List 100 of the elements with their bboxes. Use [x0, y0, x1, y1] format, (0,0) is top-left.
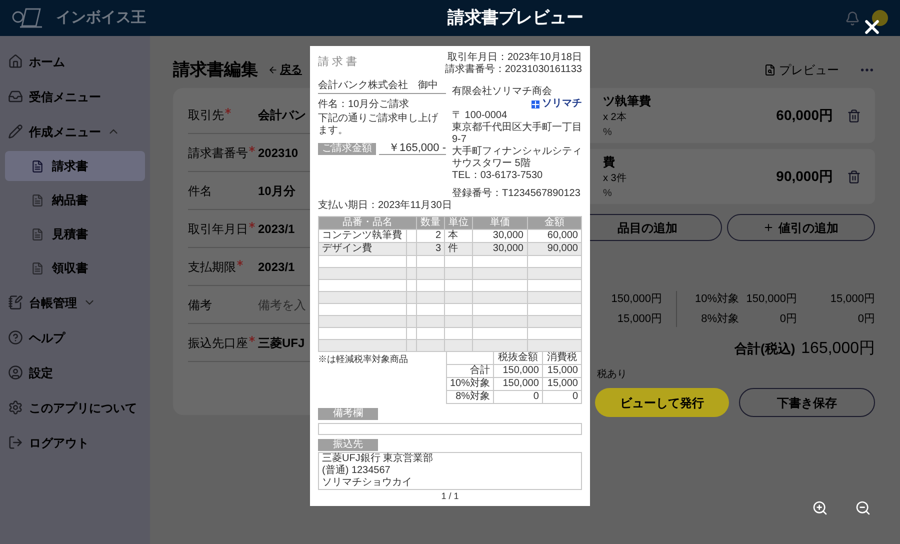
document-icon: [31, 262, 44, 274]
bank-line: (普通) 1234567: [322, 465, 392, 477]
logo-icon: [531, 100, 540, 108]
sidebar-item[interactable]: 設定: [0, 355, 150, 390]
back-link[interactable]: 戻る: [268, 62, 302, 78]
item-tax: %: [603, 186, 613, 200]
address-text: 東京都千代田区大手町一丁目9-7: [452, 122, 582, 146]
sidebar-item[interactable]: ログアウト: [0, 425, 150, 460]
modal-title: 請求書プレビュー: [446, 7, 584, 30]
arrow-left-icon: [268, 65, 278, 75]
document-icon: [31, 228, 44, 240]
table-cell: 10%対象: [446, 378, 494, 390]
bank-label: 振込先: [318, 439, 378, 451]
zoom-out-icon[interactable]: [855, 500, 871, 516]
sidebar-subitem[interactable]: 請求書: [5, 151, 145, 181]
preview-button[interactable]: プレビュー: [764, 61, 839, 79]
reduced-tax-note: ※は軽減税率対象商品: [318, 353, 408, 366]
table-cell: 150,000: [494, 378, 542, 390]
home-icon: [8, 54, 23, 69]
sidebar-item[interactable]: ホーム: [0, 44, 150, 79]
form-field[interactable]: 備考を入: [258, 296, 308, 314]
bank-line: ソリマチショウカイ: [322, 477, 413, 489]
table-cell: 15,000: [542, 378, 582, 390]
zoom-in-icon[interactable]: [812, 500, 828, 516]
trash-icon[interactable]: [847, 170, 861, 184]
table-cell: 150,000: [494, 364, 542, 378]
form-field[interactable]: 2023/1: [258, 220, 308, 238]
help-icon: [8, 330, 23, 345]
column-header: 品番・品名: [318, 216, 416, 230]
field-label: 備考: [188, 296, 212, 314]
field-label: 請求書番号: [188, 144, 248, 162]
rate-base: 0円: [778, 312, 797, 326]
amount-label: ご請求金額: [318, 143, 376, 155]
document-icon: [31, 160, 44, 172]
form-field[interactable]: 10月分: [258, 182, 308, 200]
column-header: 単価: [472, 216, 527, 230]
page-number: 1 / 1: [441, 490, 459, 502]
company-logo: ソリマチ: [531, 98, 582, 110]
table-cell: デザイン費: [318, 242, 406, 256]
sidebar-subitem[interactable]: 見積書: [5, 219, 145, 249]
building-text: 大手町フィナンシャルシティサウスタワー 5階: [452, 146, 582, 170]
trash-icon[interactable]: [847, 108, 861, 122]
item-name: 費: [603, 154, 616, 170]
bell-icon[interactable]: [845, 10, 860, 26]
save-draft-button[interactable]: 下書き保存: [739, 388, 875, 417]
form-field[interactable]: 202310: [258, 144, 308, 162]
rate-tax: 15,000円: [829, 292, 875, 307]
sidebar-item[interactable]: 受信メニュー: [0, 79, 150, 114]
tax-value: 15,000円: [617, 312, 662, 326]
table-cell: 消費税: [542, 352, 582, 364]
form-field[interactable]: 三菱UFJ: [258, 334, 308, 352]
table-cell: 15,000: [542, 364, 582, 378]
form-field[interactable]: 2023/1: [258, 258, 308, 276]
table-cell: 30,000: [472, 242, 527, 256]
total-value: 165,000円: [801, 339, 875, 359]
sidebar-item[interactable]: ヘルプ: [0, 320, 150, 355]
pencil-icon: [8, 124, 23, 139]
issue-button[interactable]: ビューして発行: [595, 388, 729, 417]
item-quantity: x 2本: [603, 110, 628, 124]
item-tax: %: [603, 126, 613, 140]
add-button[interactable]: 値引の追加: [726, 214, 875, 241]
sidebar-subitem[interactable]: 納品書: [5, 185, 145, 215]
table-cell: 90,000: [527, 242, 582, 256]
app-logo-text: インボイス王: [56, 8, 146, 28]
sidebar-item[interactable]: 台帳管理: [0, 285, 150, 320]
invoice-number: 請求書番号：20231030161133: [444, 64, 582, 76]
logout-icon: [8, 435, 23, 450]
field-label: 取引年月日: [188, 220, 248, 238]
sidebar-subitem[interactable]: 領収書: [5, 253, 145, 283]
document-icon: [31, 194, 44, 206]
table-cell: 0: [494, 390, 542, 404]
plus-icon: [763, 222, 774, 233]
table-cell: 0: [542, 390, 582, 404]
field-label: 支払期限: [188, 258, 236, 276]
sidebar-item[interactable]: 作成メニュー: [0, 114, 150, 149]
table-cell: 8%対象: [446, 390, 494, 404]
rate-label: 10%対象: [694, 292, 739, 307]
remarks-label: 備考欄: [318, 408, 378, 420]
rate-label: 8%対象: [700, 312, 739, 326]
column-header: 金額: [527, 216, 582, 230]
item-amount: 60,000円: [776, 106, 833, 125]
table-cell: 3: [416, 242, 444, 256]
phone-text: TEL：03-6173-7530: [452, 170, 544, 182]
table-cell: 税抜金額: [494, 352, 542, 364]
document-search-icon: [764, 64, 776, 76]
amount-value: ￥165,000 -: [379, 142, 446, 155]
user-icon: [8, 365, 23, 380]
inbox-icon: [8, 89, 23, 104]
message-text: 下記の通りご請求申し上げます。: [318, 113, 439, 137]
form-field[interactable]: 会計バン: [258, 106, 308, 124]
field-label: 件名: [188, 182, 212, 200]
document-title: 請 求 書: [318, 56, 358, 70]
avatar-icon[interactable]: [872, 10, 888, 26]
due-date: 支払い期日：2023年11月30日: [318, 200, 453, 212]
sidebar-item[interactable]: このアプリについて: [0, 390, 150, 425]
item-quantity: x 3件: [603, 172, 628, 186]
client-name: 会計バンク株式会社 御中: [318, 80, 446, 94]
postal-code: 〒 100-0004: [452, 110, 508, 122]
total-label: 合計(税込): [734, 340, 796, 358]
gear-icon: [8, 400, 23, 415]
